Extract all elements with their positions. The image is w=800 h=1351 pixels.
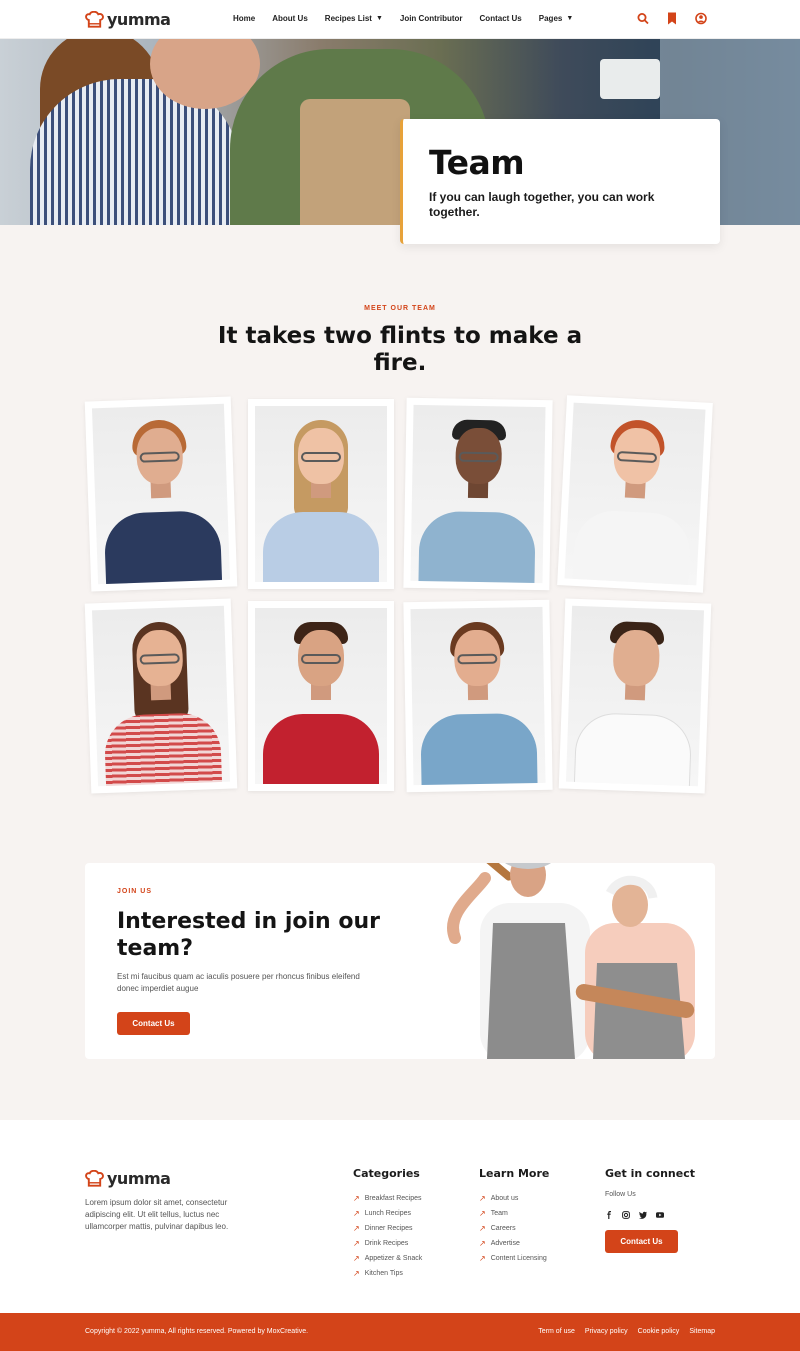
link-label: Appetizer & Snack [364,1255,423,1262]
footer-link[interactable]: ↗ Kitchen Tips [353,1266,422,1281]
team-member-card[interactable] [403,599,553,793]
nav-label: Join Contributor [399,14,463,23]
footer-contact-us-button[interactable]: Contact Us [605,1230,678,1253]
link-label: Kitchen Tips [364,1270,403,1277]
team-member-card[interactable] [84,598,238,794]
page-title: Team [429,143,525,182]
team-member-card[interactable] [558,598,712,794]
join-section: JOIN US Interested in join our team? Est… [85,863,715,1059]
contact-us-button[interactable]: Contact Us [117,1012,190,1035]
join-eyebrow: JOIN US [117,888,153,895]
chef-hat-icon [85,10,104,28]
arrow-icon: ↗ [479,1209,486,1218]
team-member-card[interactable] [403,397,553,591]
team-member-card[interactable] [557,395,713,593]
legal-link-terms[interactable]: Term of use [538,1328,575,1335]
bookmark-icon[interactable] [666,12,678,25]
link-label: Advertise [490,1240,520,1247]
nav-label: Contact Us [479,14,522,23]
legal-link-privacy[interactable]: Privacy policy [585,1328,628,1335]
footer-link[interactable]: ↗ Team [479,1206,549,1221]
footer-heading: Get in connect [605,1167,695,1180]
search-icon[interactable] [637,12,649,25]
nav-join-contributor[interactable]: Join Contributor [400,14,463,23]
team-title: It takes two flints to make a fire. [217,323,583,376]
footer-connect: Get in connect Follow Us Contact Us [605,1167,695,1253]
arrow-icon: ↗ [353,1269,360,1278]
nav-pages[interactable]: Pages ▼ [539,14,574,23]
facebook-icon[interactable] [605,1211,613,1219]
footer-link[interactable]: ↗ Advertise [479,1236,549,1251]
follow-label: Follow Us [605,1191,636,1198]
brand-name: yumma [107,10,171,29]
footer-link[interactable]: ↗ Lunch Recipes [353,1206,422,1221]
footer-link[interactable]: ↗ Drink Recipes [353,1236,422,1251]
brand-name: yumma [107,1169,171,1188]
footer-heading: Categories [353,1167,420,1180]
footer-categories: Categories ↗ Breakfast Recipes ↗ Lunch Rec… [353,1167,422,1281]
instagram-icon[interactable] [622,1211,630,1219]
chevron-down-icon: ▼ [375,15,383,22]
arrow-icon: ↗ [353,1254,360,1263]
twitter-icon[interactable] [639,1211,647,1219]
footer-link[interactable]: ↗ Dinner Recipes [353,1221,422,1236]
arrow-icon: ↗ [479,1254,486,1263]
nav-label: Pages [538,14,563,23]
user-icon[interactable] [695,12,707,25]
team-member-card[interactable] [248,601,394,791]
youtube-icon[interactable] [656,1211,664,1219]
link-label: About us [490,1195,519,1202]
team-member-card[interactable] [248,399,394,589]
arrow-icon: ↗ [353,1239,360,1248]
nav-about-us[interactable]: About Us [272,14,308,23]
site-footer: yumma Lorem ipsum dolor sit amet, consec… [0,1120,800,1313]
main-nav: Home About Us Recipes List ▼ Join Contrib… [233,14,590,23]
link-label: Lunch Recipes [364,1210,412,1217]
nav-label: Recipes List [324,14,372,23]
arrow-icon: ↗ [479,1194,486,1203]
arrow-icon: ↗ [479,1224,486,1233]
hero-subtitle: If you can laugh together, you can work … [429,190,655,219]
hero-card: Team If you can laugh together, you can … [400,119,720,244]
join-title: Interested in join our team? [117,909,381,961]
link-label: Drink Recipes [364,1240,409,1247]
nav-recipes-list[interactable]: Recipes List ▼ [325,14,383,23]
arrow-icon: ↗ [479,1239,486,1248]
legal-link-cookie[interactable]: Cookie policy [638,1328,680,1335]
chefs-image [447,863,695,1059]
link-label: Careers [490,1225,516,1232]
team-eyebrow: MEET OUR TEAM [364,305,436,312]
link-label: Content Licensing [490,1255,547,1262]
footer-link[interactable]: ↗ Careers [479,1221,549,1236]
footer-learn-more: Learn More ↗ About us ↗ Team ↗ Careers ↗ Adv… [479,1167,549,1266]
nav-home[interactable]: Home [233,14,255,23]
site-header: yumma Home About Us Recipes List ▼ Join C… [0,0,800,39]
chef-hat-icon [85,1169,104,1187]
footer-link[interactable]: ↗ Content Licensing [479,1251,549,1266]
site-logo[interactable]: yumma [85,10,171,29]
nav-label: About Us [272,14,308,23]
nav-contact-us[interactable]: Contact Us [480,14,522,23]
copyright: Copyright © 2022 yumma, All rights reser… [85,1328,309,1335]
link-label: Dinner Recipes [364,1225,413,1232]
link-label: Team [490,1210,508,1217]
legal-link-sitemap[interactable]: Sitemap [689,1328,715,1335]
footer-heading: Learn More [479,1167,550,1180]
arrow-icon: ↗ [353,1194,360,1203]
chevron-down-icon: ▼ [566,15,574,22]
join-text: Est mi faucibus quam ac iaculis posuere … [117,972,360,993]
footer-about: Lorem ipsum dolor sit amet, consectetur … [85,1198,229,1231]
arrow-icon: ↗ [353,1224,360,1233]
footer-logo[interactable]: yumma [85,1169,171,1188]
footer-link[interactable]: ↗ Breakfast Recipes [353,1191,422,1206]
arrow-icon: ↗ [353,1209,360,1218]
footer-link[interactable]: ↗ About us [479,1191,549,1206]
team-member-card[interactable] [84,396,238,592]
footer-link[interactable]: ↗ Appetizer & Snack [353,1251,422,1266]
nav-label: Home [233,14,256,23]
link-label: Breakfast Recipes [364,1195,422,1202]
footer-bottom-bar: Copyright © 2022 yumma, All rights reser… [0,1313,800,1351]
